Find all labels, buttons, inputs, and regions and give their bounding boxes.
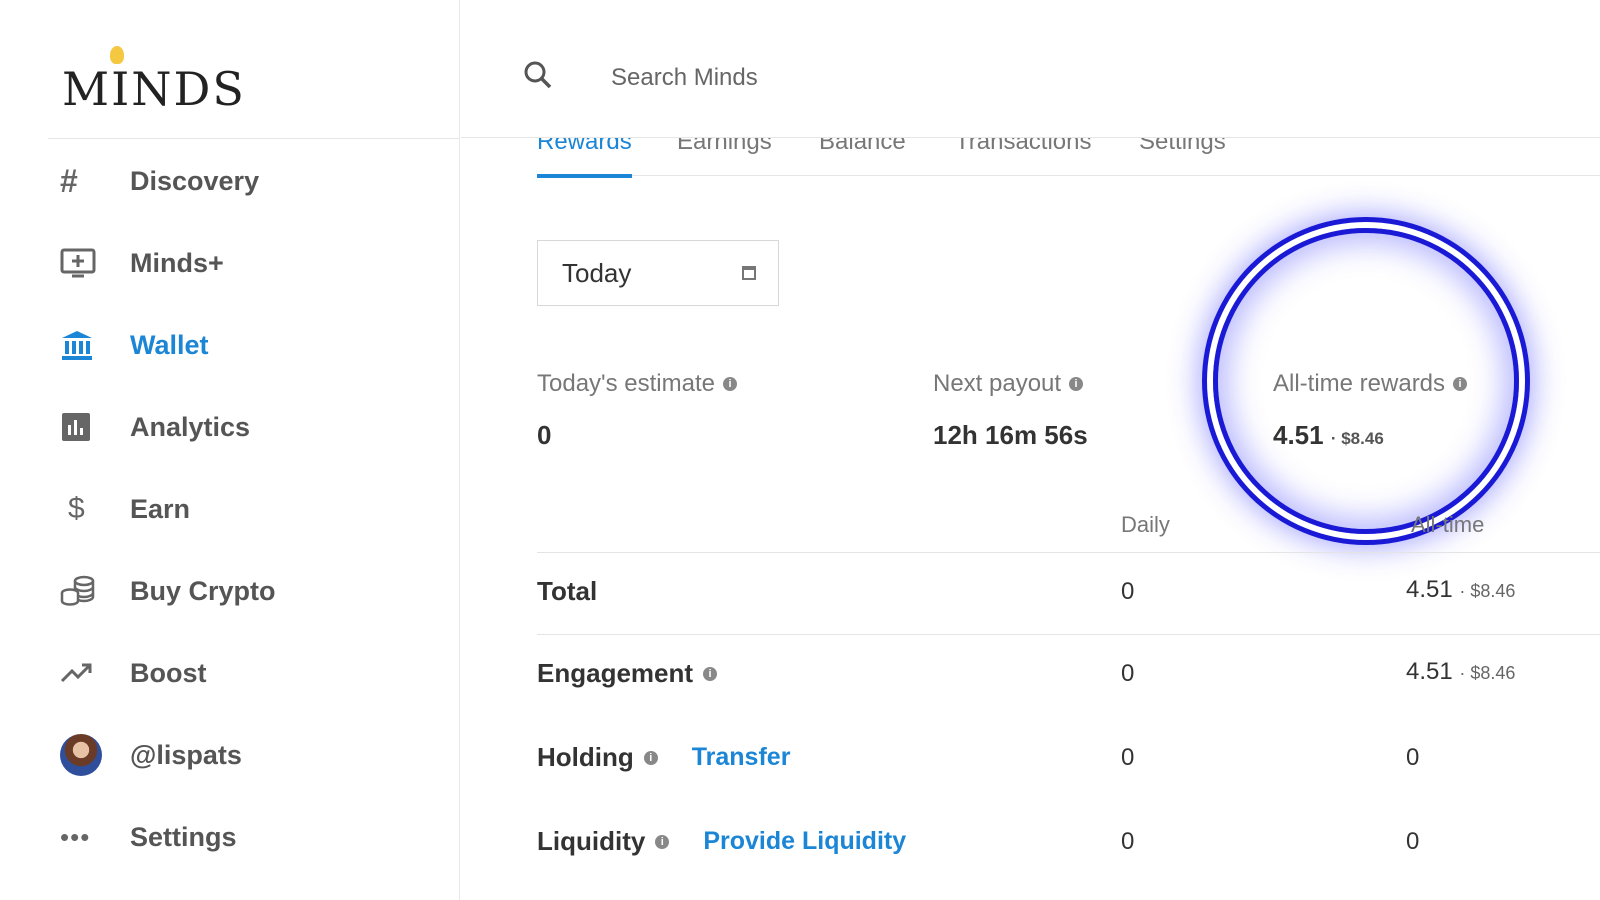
hash-icon: #: [60, 162, 78, 199]
table-divider: [537, 634, 1600, 635]
stat-alltime-rewards: All-time rewards i 4.51 · $8.46: [1273, 370, 1468, 451]
trending-up-icon: [60, 653, 130, 693]
sidebar-item-label: Analytics: [130, 411, 251, 442]
info-icon[interactable]: i: [655, 834, 670, 849]
table-divider: [537, 552, 1600, 553]
sidebar-item-label: Earn: [130, 493, 191, 524]
sidebar-item-settings[interactable]: ••• Settings: [60, 796, 440, 878]
alltime-value: 4.51: [1406, 658, 1453, 685]
stat-value: 0: [537, 420, 552, 450]
table-cell-daily: 0: [1121, 828, 1135, 855]
calendar-icon: [742, 266, 756, 280]
date-select-value: Today: [562, 257, 632, 288]
minds-logo[interactable]: MINDS: [62, 44, 244, 116]
table-cell-daily: 0: [1121, 578, 1135, 605]
stat-title: Next payout: [933, 370, 1062, 397]
table-cell-daily: 0: [1121, 744, 1135, 771]
bar-chart-icon: [60, 407, 130, 447]
alltime-usd: · $8.46: [1459, 663, 1516, 683]
sidebar-item-minds-plus[interactable]: Minds+: [60, 222, 440, 304]
column-header-daily: Daily: [1121, 512, 1170, 537]
table-cell-alltime: 0: [1406, 744, 1420, 771]
sidebar-nav: # Discovery Minds+ Wallet Analytics $ Ea…: [60, 140, 440, 878]
sidebar-item-label: Boost: [130, 657, 207, 688]
table-cell-alltime: 0: [1406, 828, 1420, 855]
logo-text: MINDS: [62, 62, 246, 116]
stat-value: 4.51: [1273, 420, 1324, 450]
more-icon: •••: [60, 821, 91, 852]
sidebar-item-earn[interactable]: $ Earn: [60, 468, 440, 550]
column-header-alltime: All-time: [1411, 512, 1485, 537]
sidebar: MINDS # Discovery Minds+ Wallet Analytic…: [0, 0, 460, 900]
table-cell-daily: 0: [1121, 660, 1135, 687]
table-row-label-total: Total: [537, 576, 597, 607]
row-label: Engagement: [537, 658, 694, 688]
transfer-link[interactable]: Transfer: [692, 743, 791, 772]
sidebar-item-discovery[interactable]: # Discovery: [60, 140, 440, 222]
stat-next-payout: Next payout i 12h 16m 56s: [933, 370, 1088, 451]
top-header: [461, 0, 1600, 138]
sidebar-item-label: Discovery: [130, 165, 260, 196]
table-row-label-engagement: Engagement i: [537, 658, 718, 689]
bank-icon: [60, 325, 130, 365]
sidebar-item-boost[interactable]: Boost: [60, 632, 440, 714]
monitor-plus-icon: [60, 243, 130, 283]
provide-liquidity-link[interactable]: Provide Liquidity: [703, 827, 906, 856]
sidebar-item-label: Minds+: [130, 247, 224, 278]
search-icon[interactable]: [523, 60, 553, 95]
sidebar-item-label: Settings: [130, 821, 237, 852]
row-label: Total: [537, 576, 598, 606]
sidebar-item-wallet[interactable]: Wallet: [60, 304, 440, 386]
sidebar-divider: [48, 138, 460, 139]
table-row-label-liquidity: Liquidity i Provide Liquidity: [537, 826, 906, 857]
date-select[interactable]: Today: [537, 240, 779, 306]
table-row-label-holding: Holding i Transfer: [537, 742, 790, 773]
alltime-usd: · $8.46: [1459, 581, 1516, 601]
search-input[interactable]: [611, 58, 1111, 98]
info-icon[interactable]: i: [1069, 377, 1084, 391]
sidebar-item-label: Buy Crypto: [130, 575, 276, 606]
stat-title: Today's estimate: [537, 370, 715, 397]
sidebar-item-label: @lispats: [130, 739, 242, 770]
avatar: [60, 734, 130, 776]
info-icon[interactable]: i: [723, 377, 737, 391]
main-content: Rewards Earnings Balance Transactions Se…: [461, 0, 1600, 900]
sidebar-item-buy-crypto[interactable]: Buy Crypto: [60, 550, 440, 632]
stat-value: 12h 16m 56s: [933, 420, 1088, 450]
alltime-value: 4.51: [1406, 576, 1453, 603]
stat-todays-estimate: Today's estimate i 0: [537, 370, 737, 451]
info-icon[interactable]: i: [703, 666, 718, 681]
stat-usd-value: · $8.46: [1330, 429, 1384, 448]
info-icon[interactable]: i: [643, 750, 658, 765]
table-cell-alltime: 4.51 · $8.46: [1406, 576, 1515, 604]
row-label: Liquidity: [537, 826, 646, 856]
dollar-icon: $: [68, 492, 85, 525]
sidebar-item-analytics[interactable]: Analytics: [60, 386, 440, 468]
row-label: Holding: [537, 742, 634, 772]
sidebar-item-profile[interactable]: @lispats: [60, 714, 440, 796]
table-cell-alltime: 4.51 · $8.46: [1406, 658, 1515, 686]
stat-title: All-time rewards: [1273, 370, 1446, 397]
coins-icon: [60, 571, 130, 611]
info-icon[interactable]: i: [1453, 377, 1468, 391]
sidebar-item-label: Wallet: [130, 329, 209, 360]
